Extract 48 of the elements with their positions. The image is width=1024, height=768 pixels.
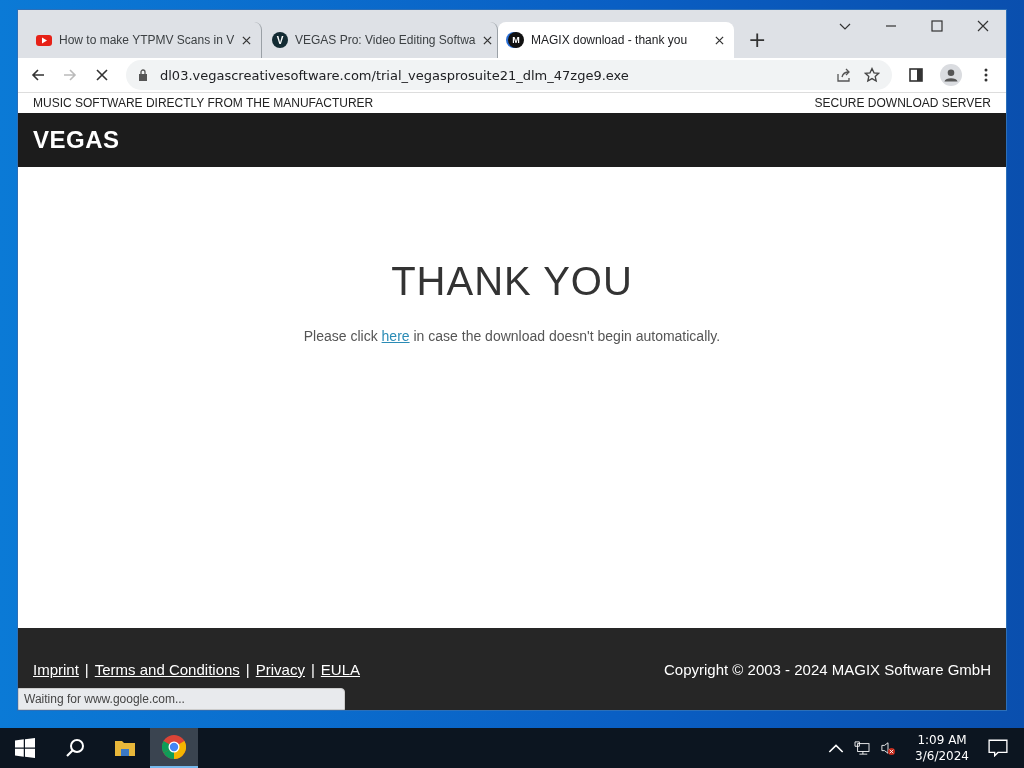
lock-icon bbox=[138, 69, 148, 81]
browser-app-icon bbox=[162, 735, 186, 759]
notifications-icon[interactable] bbox=[988, 739, 1008, 757]
speaker-icon[interactable] bbox=[880, 741, 897, 755]
browser-tab[interactable]: M MAGIX download - thank you bbox=[498, 22, 734, 58]
back-icon[interactable] bbox=[30, 67, 46, 83]
close-icon[interactable] bbox=[242, 35, 251, 45]
address-bar[interactable]: dl03.vegascreativesoftware.com/trial_vegasprosuite21_dlm_47zge9.exe bbox=[126, 60, 892, 90]
video-play-icon bbox=[36, 32, 52, 48]
footer-link[interactable]: EULA bbox=[320, 660, 360, 678]
close-icon[interactable] bbox=[482, 35, 492, 45]
taskbar-app[interactable] bbox=[150, 728, 198, 768]
page-heading: THANK YOU bbox=[391, 259, 633, 304]
tab-title: VEGAS Pro: Video Editing Softwa bbox=[295, 33, 476, 47]
close-icon[interactable] bbox=[977, 20, 989, 32]
tab-title: MAGIX download - thank you bbox=[531, 33, 689, 47]
favicon-icon: V bbox=[272, 32, 288, 48]
profile-icon[interactable] bbox=[940, 64, 962, 86]
maximize-icon[interactable] bbox=[931, 20, 943, 32]
search-icon[interactable] bbox=[65, 738, 85, 758]
copyright: Copyright © 2003 - 2024 MAGIX Software GmbH bbox=[663, 660, 991, 678]
favicon-icon: M bbox=[508, 32, 524, 48]
stop-icon[interactable] bbox=[94, 67, 110, 83]
footer-link[interactable]: Privacy bbox=[255, 660, 305, 678]
side-panel-icon[interactable] bbox=[908, 67, 924, 83]
secure-label: SECURE DOWNLOAD SERVER bbox=[814, 96, 991, 110]
logo[interactable]: VEGAS bbox=[33, 126, 120, 154]
separator: | bbox=[245, 660, 250, 678]
footer-link[interactable]: Terms and Conditions bbox=[94, 660, 240, 678]
download-link[interactable]: here bbox=[381, 328, 410, 344]
url-text: dl03.vegascreativesoftware.com/trial_vegasprosuite21_dlm_47zge9.exe bbox=[160, 67, 629, 83]
separator: | bbox=[84, 660, 89, 678]
windows-start-icon[interactable] bbox=[15, 738, 35, 758]
new-tab-button[interactable]: + bbox=[744, 26, 771, 54]
clock-time[interactable]: 1:09 AM bbox=[917, 733, 967, 747]
share-icon[interactable] bbox=[836, 67, 852, 83]
clock-date[interactable]: 3/6/2024 bbox=[915, 749, 969, 763]
footer-link[interactable]: Imprint bbox=[33, 660, 79, 678]
star-icon[interactable] bbox=[864, 67, 880, 83]
close-icon[interactable] bbox=[715, 35, 724, 45]
network-icon[interactable] bbox=[854, 741, 871, 755]
tagline: MUSIC SOFTWARE DIRECTLY FROM THE MANUFACTURER bbox=[33, 96, 374, 110]
status-bubble: Waiting for www.google.com... bbox=[18, 688, 345, 710]
download-hint: Please click here in case the download doesn't begin automatically. bbox=[303, 328, 721, 344]
folder-icon[interactable] bbox=[115, 738, 135, 758]
browser-tab[interactable]: How to make YTPMV Scans in V bbox=[26, 22, 262, 58]
tab-title: How to make YTPMV Scans in V bbox=[59, 33, 235, 47]
separator: | bbox=[310, 660, 315, 678]
